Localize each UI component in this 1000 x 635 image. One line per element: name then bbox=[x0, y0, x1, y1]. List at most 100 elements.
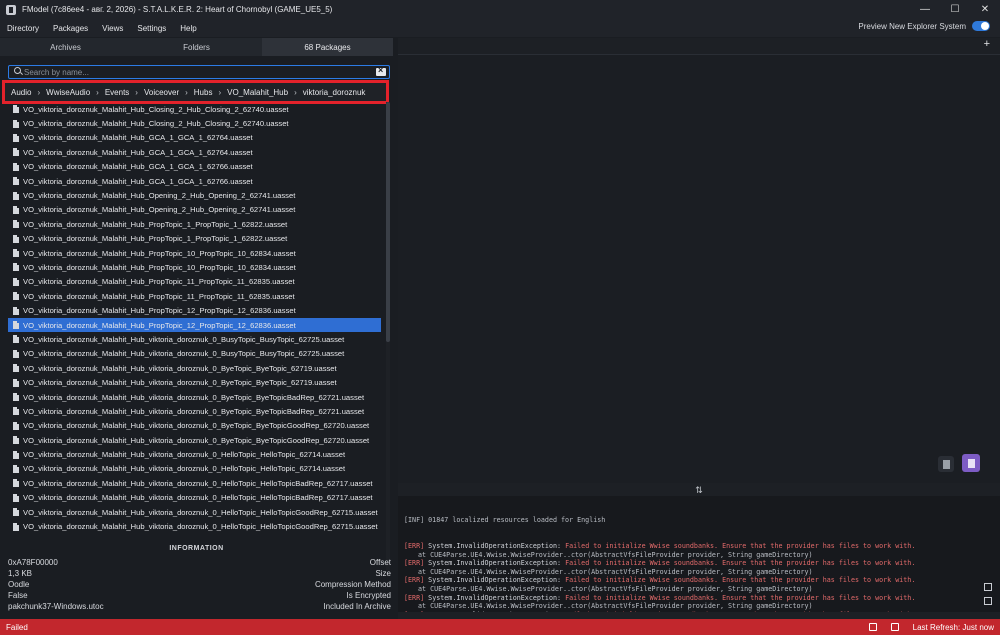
editor-area[interactable] bbox=[398, 55, 1000, 483]
information-header: INFORMATION bbox=[169, 544, 224, 552]
status-right: Last Refresh: Just now bbox=[868, 619, 994, 635]
info-value: pakchunk37-Windows.utoc bbox=[8, 602, 104, 611]
file-list-item[interactable]: VO_viktoria_doroznuk_Malahit_Hub_PropTop… bbox=[8, 246, 381, 260]
breadcrumb-wwiseaudio[interactable]: WwiseAudio bbox=[40, 88, 96, 97]
file-icon bbox=[13, 349, 19, 358]
file-list-item[interactable]: VO_viktoria_doroznuk_Malahit_Hub_viktori… bbox=[8, 519, 381, 533]
file-icon bbox=[13, 292, 19, 301]
log-error-line: [ERR] System.InvalidOperationException: … bbox=[404, 559, 1000, 568]
file-list-item[interactable]: VO_viktoria_doroznuk_Malahit_Hub_PropTop… bbox=[8, 260, 381, 274]
notification-icon[interactable] bbox=[868, 623, 877, 631]
refresh-icon[interactable] bbox=[890, 623, 899, 631]
file-icon bbox=[13, 220, 19, 229]
file-list-item[interactable]: VO_viktoria_doroznuk_Malahit_Hub_GCA_1_G… bbox=[8, 131, 381, 145]
file-list-item[interactable]: VO_viktoria_doroznuk_Malahit_Hub_Closing… bbox=[8, 102, 381, 116]
file-icon bbox=[13, 234, 19, 243]
file-list-item[interactable]: VO_viktoria_doroznuk_Malahit_Hub_viktori… bbox=[8, 404, 381, 418]
search-input[interactable] bbox=[24, 67, 376, 77]
file-name: VO_viktoria_doroznuk_Malahit_Hub_PropTop… bbox=[23, 234, 288, 244]
breadcrumb-viktoria-doroznuk[interactable]: viktoria_doroznuk bbox=[297, 88, 372, 97]
breadcrumb-voiceover[interactable]: Voiceover bbox=[138, 88, 185, 97]
info-label: Size bbox=[375, 569, 391, 578]
menu-settings[interactable]: Settings bbox=[130, 24, 173, 33]
maximize-button[interactable]: ☐ bbox=[940, 0, 970, 19]
file-icon bbox=[13, 205, 19, 214]
menu-views[interactable]: Views bbox=[95, 24, 130, 33]
file-name: VO_viktoria_doroznuk_Malahit_Hub_viktori… bbox=[23, 478, 373, 488]
file-list-item[interactable]: VO_viktoria_doroznuk_Malahit_Hub_PropTop… bbox=[8, 217, 381, 231]
breadcrumb-events[interactable]: Events bbox=[99, 88, 135, 97]
file-name: VO_viktoria_doroznuk_Malahit_Hub_PropTop… bbox=[23, 306, 296, 316]
file-list-item[interactable]: VO_viktoria_doroznuk_Malahit_Hub_GCA_1_G… bbox=[8, 174, 381, 188]
info-value: Oodle bbox=[8, 580, 30, 589]
minimize-button[interactable]: — bbox=[910, 0, 940, 19]
file-list-item[interactable]: VO_viktoria_doroznuk_Malahit_Hub_PropTop… bbox=[8, 317, 381, 333]
file-list-item[interactable]: VO_viktoria_doroznuk_Malahit_Hub_viktori… bbox=[8, 447, 381, 461]
breadcrumb-hubs[interactable]: Hubs bbox=[188, 88, 219, 97]
file-icon bbox=[13, 378, 19, 387]
view-image-button[interactable] bbox=[962, 454, 980, 472]
file-icon bbox=[13, 249, 19, 258]
file-list-item[interactable]: VO_viktoria_doroznuk_Malahit_Hub_Closing… bbox=[8, 116, 381, 130]
log-error-line: [ERR] System.InvalidOperationException: … bbox=[404, 542, 1000, 551]
file-list-item[interactable]: VO_viktoria_doroznuk_Malahit_Hub_GCA_1_G… bbox=[8, 160, 381, 174]
log-line-partial: [INF] 01847 localized resources loaded f… bbox=[404, 516, 606, 525]
view-document-button[interactable] bbox=[938, 456, 954, 472]
breadcrumb-audio[interactable]: Audio bbox=[5, 88, 37, 97]
file-list-item[interactable]: VO_viktoria_doroznuk_Malahit_Hub_viktori… bbox=[8, 491, 381, 505]
panel-splitter[interactable]: ⇅ bbox=[398, 484, 1000, 496]
tab-folders[interactable]: Folders bbox=[131, 38, 262, 56]
file-list-scrollbar-thumb[interactable] bbox=[386, 102, 390, 342]
menu-directory[interactable]: Directory bbox=[0, 24, 46, 33]
open-external-icon[interactable] bbox=[984, 583, 992, 591]
close-button[interactable]: ✕ bbox=[970, 0, 1000, 19]
breadcrumb-vo-malahit-hub[interactable]: VO_Malahit_Hub bbox=[221, 88, 294, 97]
file-name: VO_viktoria_doroznuk_Malahit_Hub_viktori… bbox=[23, 392, 365, 402]
log-exception: System.InvalidOperationException: bbox=[428, 559, 562, 568]
log-error-line: [ERR] System.InvalidOperationException: … bbox=[404, 611, 1000, 612]
file-list-item[interactable]: VO_viktoria_doroznuk_Malahit_Hub_PropTop… bbox=[8, 289, 381, 303]
log-console[interactable]: [INF] 01847 localized resources loaded f… bbox=[398, 496, 1000, 612]
document-icon bbox=[942, 459, 950, 469]
file-list-item[interactable]: VO_viktoria_doroznuk_Malahit_Hub_viktori… bbox=[8, 462, 381, 476]
tab-archives[interactable]: Archives bbox=[0, 38, 131, 56]
file-name: VO_viktoria_doroznuk_Malahit_Hub_Opening… bbox=[23, 191, 296, 201]
file-name: VO_viktoria_doroznuk_Malahit_Hub_viktori… bbox=[23, 334, 345, 344]
info-row-offset: 0xA78F00000 Offset bbox=[8, 558, 391, 569]
log-message: Failed to initialize Wwise soundbanks. E… bbox=[565, 541, 916, 550]
file-list-item[interactable]: VO_viktoria_doroznuk_Malahit_Hub_viktori… bbox=[8, 375, 381, 389]
file-list-item[interactable]: VO_viktoria_doroznuk_Malahit_Hub_PropTop… bbox=[8, 275, 381, 289]
file-list-item[interactable]: VO_viktoria_doroznuk_Malahit_Hub_viktori… bbox=[8, 361, 381, 375]
file-icon bbox=[13, 119, 19, 128]
title-bar: FModel (7c86ee4 - авг. 2, 2026) - S.T.A.… bbox=[0, 0, 1000, 19]
file-list-item[interactable]: VO_viktoria_doroznuk_Malahit_Hub_viktori… bbox=[8, 347, 381, 361]
menu-help[interactable]: Help bbox=[173, 24, 203, 33]
info-label: Is Encrypted bbox=[346, 591, 391, 600]
file-list-item[interactable]: VO_viktoria_doroznuk_Malahit_Hub_PropTop… bbox=[8, 232, 381, 246]
file-list-item[interactable]: VO_viktoria_doroznuk_Malahit_Hub_viktori… bbox=[8, 505, 381, 519]
file-name: VO_viktoria_doroznuk_Malahit_Hub_GCA_1_G… bbox=[23, 162, 253, 172]
file-icon bbox=[13, 493, 19, 502]
file-icon bbox=[13, 364, 19, 373]
file-list-item[interactable]: VO_viktoria_doroznuk_Malahit_Hub_viktori… bbox=[8, 419, 381, 433]
file-list-item[interactable]: VO_viktoria_doroznuk_Malahit_Hub_Opening… bbox=[8, 188, 381, 202]
log-level-tag: [ERR] bbox=[404, 559, 425, 568]
file-list-item[interactable]: VO_viktoria_doroznuk_Malahit_Hub_PropTop… bbox=[8, 303, 381, 317]
preview-explorer-toggle[interactable] bbox=[972, 21, 990, 31]
search-icon bbox=[12, 66, 24, 78]
menu-packages[interactable]: Packages bbox=[46, 24, 95, 33]
tab-packages[interactable]: 68 Packages bbox=[262, 38, 393, 56]
add-tab-button[interactable]: + bbox=[984, 38, 990, 50]
file-list-item[interactable]: VO_viktoria_doroznuk_Malahit_Hub_viktori… bbox=[8, 433, 381, 447]
file-list-item[interactable]: VO_viktoria_doroznuk_Malahit_Hub_Opening… bbox=[8, 203, 381, 217]
file-name: VO_viktoria_doroznuk_Malahit_Hub_Opening… bbox=[23, 205, 296, 215]
file-list-item[interactable]: VO_viktoria_doroznuk_Malahit_Hub_viktori… bbox=[8, 390, 381, 404]
clear-log-icon[interactable] bbox=[984, 597, 992, 605]
file-list-item[interactable]: VO_viktoria_doroznuk_Malahit_Hub_viktori… bbox=[8, 332, 381, 346]
clear-search-icon[interactable] bbox=[376, 65, 386, 76]
file-icon bbox=[13, 508, 19, 517]
info-value: 1,3 KB bbox=[8, 569, 33, 578]
log-level-tag: [ERR] bbox=[404, 611, 424, 612]
file-list-item[interactable]: VO_viktoria_doroznuk_Malahit_Hub_GCA_1_G… bbox=[8, 145, 381, 159]
file-list-item[interactable]: VO_viktoria_doroznuk_Malahit_Hub_viktori… bbox=[8, 476, 381, 490]
